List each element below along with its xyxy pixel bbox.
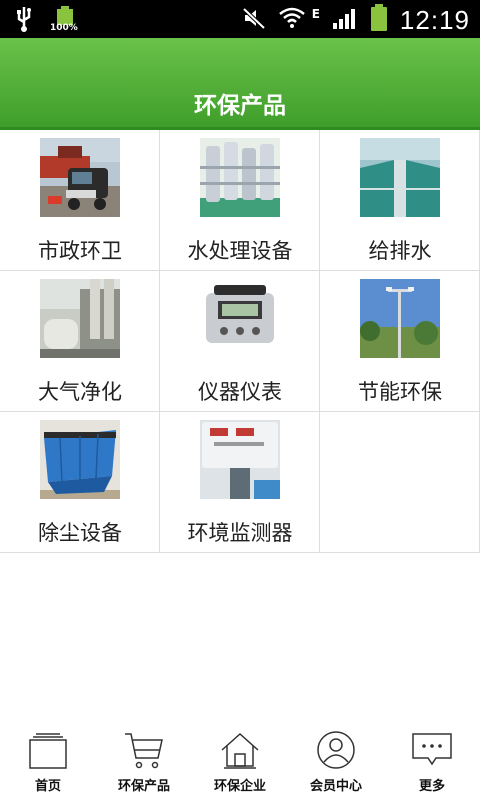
category-label: 大气净化 — [38, 380, 122, 404]
cart-icon — [124, 730, 164, 770]
category-label: 除尘设备 — [38, 521, 122, 545]
category-item-air-purification[interactable]: 大气净化 — [0, 271, 160, 412]
category-item-water-supply-drainage[interactable]: 给排水 — [320, 130, 480, 271]
nav-item-home[interactable]: 首页 — [0, 716, 96, 800]
usb-icon — [14, 5, 34, 37]
battery-icon — [370, 4, 388, 36]
category-label: 给排水 — [368, 239, 432, 263]
battery-percent: 100% — [50, 23, 78, 33]
more-icon — [412, 730, 452, 770]
house-icon — [220, 730, 260, 770]
signal-icon — [332, 6, 358, 34]
empty-cell — [320, 412, 480, 553]
mute-icon — [242, 6, 266, 34]
category-label: 仪器仪表 — [198, 380, 282, 404]
nav-label: 环保产品 — [117, 779, 170, 794]
category-item-environment-monitor[interactable]: 环境监测器 — [160, 412, 320, 553]
category-item-instruments[interactable]: 仪器仪表 — [160, 271, 320, 412]
category-label: 水处理设备 — [187, 239, 293, 263]
category-grid: 市政环卫 水处理设备 给排水 大气净化 仪器仪表 节能环保 除尘设备 环境监测器 — [0, 130, 480, 554]
category-item-dust-removal[interactable]: 除尘设备 — [0, 412, 160, 553]
nav-label: 会员中心 — [309, 779, 362, 794]
page-title: 环保产品 — [194, 93, 286, 119]
home-page-icon — [28, 730, 68, 770]
status-bar: 100% E 12:19 — [0, 0, 480, 38]
nav-item-enterprises[interactable]: 环保企业 — [192, 716, 288, 800]
nav-label: 更多 — [418, 779, 445, 794]
nav-item-member-center[interactable]: 会员中心 — [288, 716, 384, 800]
category-item-municipal-sanitation[interactable]: 市政环卫 — [0, 130, 160, 271]
street-sweeper-image — [40, 138, 120, 217]
nav-item-more[interactable]: 更多 — [384, 716, 480, 800]
wifi-icon — [278, 6, 306, 34]
bottom-navigation: 首页 环保产品 环保企业 会员中心 更多 — [0, 716, 480, 800]
battery-full-icon: 100% — [50, 6, 80, 36]
water-treatment-image — [200, 138, 280, 217]
category-item-water-treatment[interactable]: 水处理设备 — [160, 130, 320, 271]
nav-item-products[interactable]: 环保产品 — [96, 716, 192, 800]
energy-saving-image — [360, 279, 440, 358]
header-bar: 环保产品 — [0, 38, 480, 130]
instrument-image — [200, 279, 280, 358]
environment-monitor-image — [200, 420, 280, 499]
clock-time: 12:19 — [399, 4, 470, 35]
air-purification-image — [40, 279, 120, 358]
category-label: 节能环保 — [358, 380, 442, 404]
nav-label: 环保企业 — [213, 779, 266, 794]
user-icon — [316, 730, 356, 770]
category-item-energy-saving[interactable]: 节能环保 — [320, 271, 480, 412]
dust-removal-image — [40, 420, 120, 499]
category-label: 环境监测器 — [187, 521, 293, 545]
water-supply-image — [360, 138, 440, 217]
network-type-label: E — [311, 7, 320, 21]
category-label: 市政环卫 — [38, 239, 122, 263]
nav-label: 首页 — [34, 779, 61, 794]
